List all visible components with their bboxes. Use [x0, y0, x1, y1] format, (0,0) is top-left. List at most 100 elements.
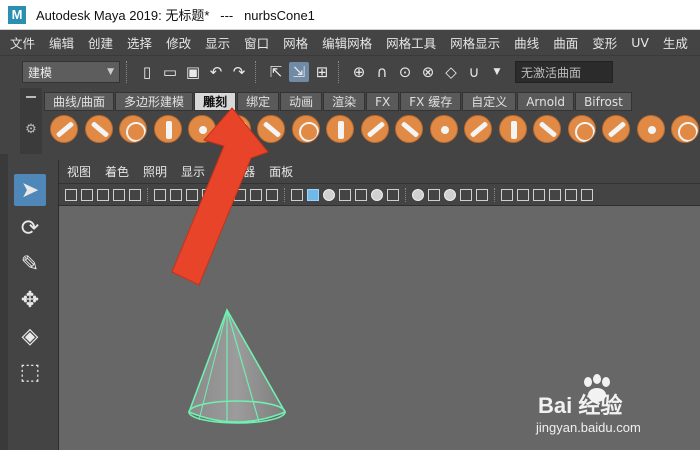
gear-icon[interactable]: ⚙	[25, 122, 37, 137]
panel-menu-shading[interactable]: 着色	[105, 163, 129, 180]
smooth-brush-icon[interactable]	[84, 115, 113, 143]
camera-attributes-icon[interactable]	[65, 188, 77, 201]
snap-point-icon[interactable]: ⊙	[395, 62, 415, 82]
view-transform-icon[interactable]	[581, 188, 593, 201]
foamy-brush-icon[interactable]	[257, 115, 285, 143]
menu-mesh-display[interactable]: 网格显示	[450, 33, 500, 52]
new-scene-icon[interactable]: ▯	[137, 62, 157, 82]
menu-file[interactable]: 文件	[10, 33, 35, 52]
relax-brush-icon[interactable]	[119, 115, 147, 143]
move-tool-icon[interactable]: ✥	[14, 284, 46, 316]
fill-brush-icon[interactable]	[464, 115, 492, 143]
use-all-lights-icon[interactable]	[355, 188, 367, 201]
snap-view-plane-icon[interactable]: ⊗	[418, 62, 438, 82]
nurbs-cone-object[interactable]	[187, 306, 291, 428]
grease-pencil-icon[interactable]	[129, 188, 141, 201]
snap-curve-icon[interactable]: ∩	[372, 62, 392, 82]
depth-of-field-icon[interactable]	[444, 188, 456, 201]
shelf-tab-sculpting[interactable]: 雕刻	[194, 92, 237, 111]
isolate-select-icon[interactable]	[460, 188, 472, 201]
pinch-brush-icon[interactable]	[188, 115, 216, 143]
amplify-brush-icon[interactable]	[602, 115, 630, 143]
screen-space-ao-icon[interactable]	[387, 188, 399, 201]
motion-blur-icon[interactable]	[412, 188, 424, 201]
safe-title-icon[interactable]	[250, 188, 262, 201]
sculpt-brush-icon[interactable]	[50, 115, 78, 143]
freeze-brush-icon[interactable]	[636, 115, 665, 143]
grid-icon[interactable]	[154, 188, 166, 201]
make-live-icon[interactable]: ◇	[441, 62, 461, 82]
menu-edit-mesh[interactable]: 编辑网格	[322, 33, 372, 52]
repeat-brush-icon[interactable]	[326, 115, 354, 143]
shadows-icon[interactable]	[371, 188, 383, 201]
select-tool-icon[interactable]: ➤	[14, 174, 46, 206]
exposure-icon[interactable]	[549, 188, 561, 201]
film-gate-icon[interactable]	[170, 188, 182, 201]
two-d-pan-icon[interactable]	[113, 188, 125, 201]
live-surface-field[interactable]: 无激活曲面	[515, 61, 613, 83]
smear-brush-icon[interactable]	[533, 115, 561, 143]
snowflake-brush-icon[interactable]	[671, 115, 699, 143]
shelf-tab-fx-caching[interactable]: FX 缓存	[400, 92, 462, 111]
menu-mesh[interactable]: 网格	[283, 33, 308, 52]
resolution-gate-icon[interactable]	[186, 188, 198, 201]
snap-grid-icon[interactable]: ⊕	[349, 62, 369, 82]
safe-action-icon[interactable]	[234, 188, 246, 201]
rotate-tool-icon[interactable]: ◈	[14, 320, 46, 352]
snap-magnet-icon[interactable]: ∪	[464, 62, 484, 82]
chevron-down-icon[interactable]: ▼	[487, 62, 507, 82]
lasso-tool-icon[interactable]: ⟳	[14, 212, 46, 244]
spray-brush-icon[interactable]	[291, 115, 320, 143]
color-management-icon[interactable]	[565, 188, 577, 201]
shelf-tab-arnold[interactable]: Arnold	[517, 92, 575, 111]
panel-menu-panels[interactable]: 面板	[269, 163, 293, 180]
shelf-tab-fx[interactable]: FX	[366, 92, 400, 111]
menu-edit[interactable]: 编辑	[49, 33, 74, 52]
xray-joints-icon[interactable]	[501, 188, 513, 201]
shelf-tab-rigging[interactable]: 绑定	[237, 92, 280, 111]
menu-mesh-tools[interactable]: 网格工具	[386, 33, 436, 52]
shelf-tab-custom[interactable]: 自定义	[462, 92, 517, 111]
panel-menu-renderer[interactable]: 渲染器	[219, 163, 255, 180]
knife-brush-icon[interactable]	[498, 115, 527, 143]
menu-set-dropdown[interactable]: 建模 ▼	[22, 61, 120, 83]
menu-surfaces[interactable]: 曲面	[553, 33, 578, 52]
menu-select[interactable]: 选择	[127, 33, 152, 52]
wax-brush-icon[interactable]	[395, 115, 423, 143]
gate-mask-icon[interactable]	[202, 188, 214, 201]
scale-tool-icon[interactable]: ⬚	[14, 356, 46, 388]
shelf-tab-poly-modeling[interactable]: 多边形建模	[115, 92, 194, 111]
textured-icon[interactable]	[339, 188, 351, 201]
xray-icon[interactable]	[476, 188, 488, 201]
select-object-icon[interactable]: ⇲	[289, 62, 309, 82]
default-material-icon[interactable]	[323, 188, 335, 201]
wireframe-icon[interactable]	[291, 188, 303, 201]
scrape-brush-icon[interactable]	[429, 115, 458, 143]
gamma-icon[interactable]	[533, 188, 545, 201]
redo-icon[interactable]: ↷	[229, 62, 249, 82]
shelf-tab-rendering[interactable]: 渲染	[323, 92, 366, 111]
bookmark-icon[interactable]	[81, 188, 93, 201]
bulge-brush-icon[interactable]	[567, 115, 596, 143]
menu-create[interactable]: 创建	[88, 33, 113, 52]
panel-menu-lighting[interactable]: 照明	[143, 163, 167, 180]
menu-curves[interactable]: 曲线	[514, 33, 539, 52]
shelf-tab-bifrost[interactable]: Bifrost	[575, 92, 632, 111]
menu-uv[interactable]: UV	[631, 35, 649, 50]
flatten-brush-icon[interactable]	[222, 115, 251, 143]
text-overlay-icon[interactable]	[266, 188, 278, 201]
shelf-tab-animation[interactable]: 动画	[280, 92, 323, 111]
select-component-icon[interactable]: ⊞	[312, 62, 332, 82]
menu-display[interactable]: 显示	[205, 33, 230, 52]
undo-icon[interactable]: ↶	[206, 62, 226, 82]
menu-windows[interactable]: 窗口	[244, 33, 269, 52]
shelf-tab-curves-surfaces[interactable]: 曲线/曲面	[44, 92, 115, 111]
xray-components-icon[interactable]	[517, 188, 529, 201]
save-scene-icon[interactable]: ▣	[183, 62, 203, 82]
panel-menu-view[interactable]: 视图	[67, 163, 91, 180]
menu-deform[interactable]: 变形	[592, 33, 617, 52]
panel-menu-show[interactable]: 显示	[181, 163, 205, 180]
select-hierarchy-icon[interactable]: ⇱	[266, 62, 286, 82]
imprint-brush-icon[interactable]	[360, 115, 389, 143]
smooth-shade-icon[interactable]	[307, 188, 319, 201]
